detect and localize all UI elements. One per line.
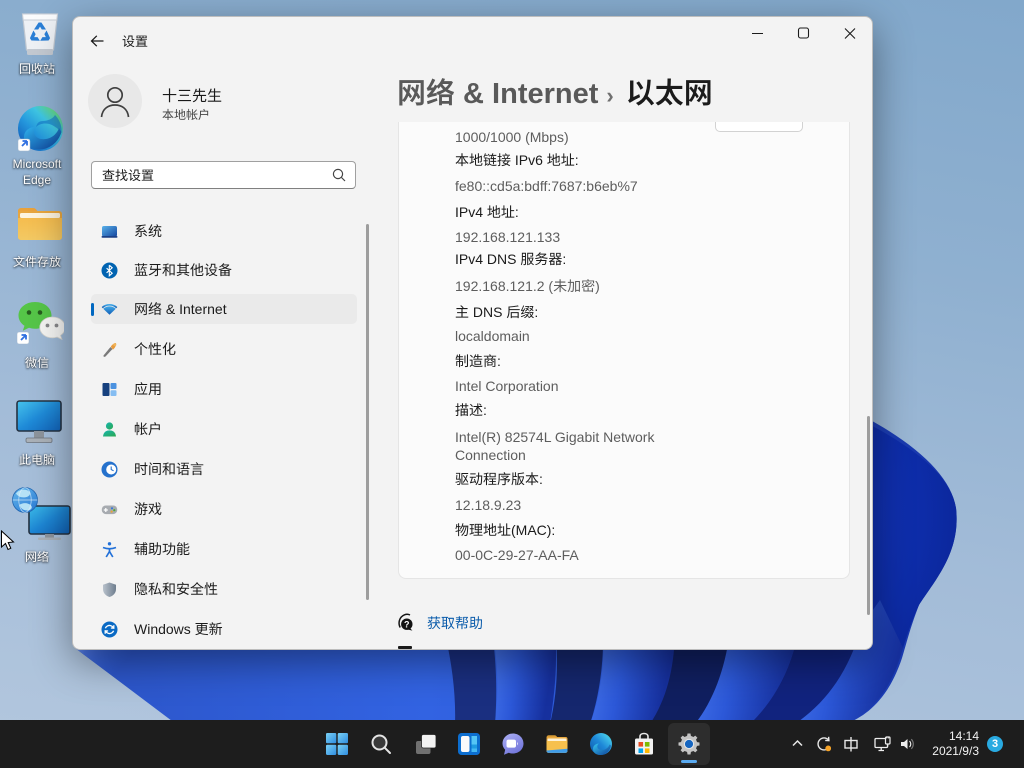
svg-text:?: ? xyxy=(404,619,410,629)
